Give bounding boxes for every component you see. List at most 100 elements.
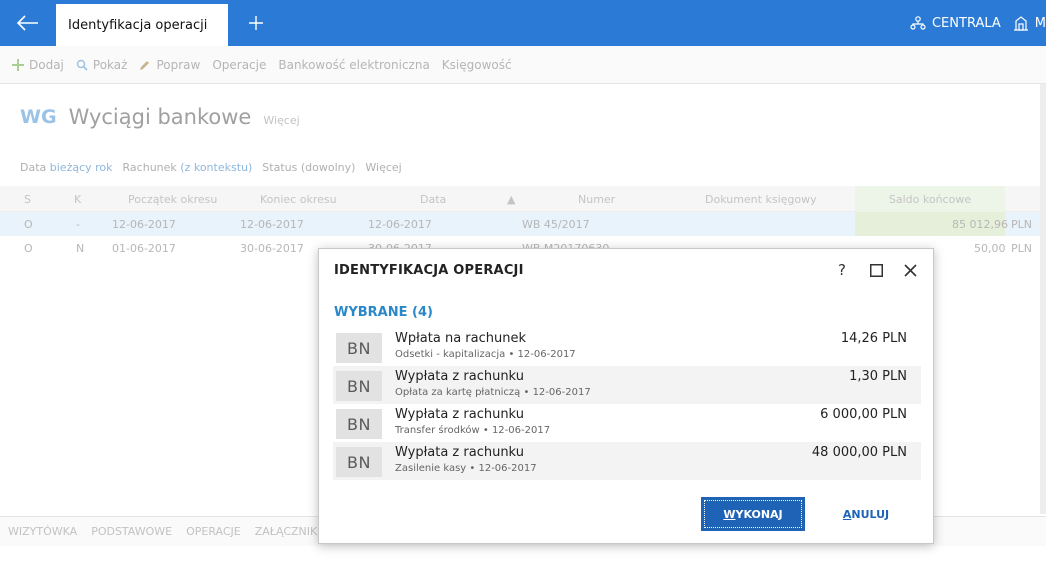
page-code: WG	[20, 106, 57, 128]
cell-number: WB 45/2017	[522, 218, 590, 231]
magnifier-icon	[76, 59, 88, 71]
add-button[interactable]: Dodaj	[12, 58, 64, 72]
selected-operations-list: BN Wpłata na rachunek Odsetki - kapitali…	[333, 328, 921, 480]
list-item[interactable]: BN Wypłata z rachunku Zasilenie kasy • 1…	[333, 442, 921, 480]
accounting-menu[interactable]: Księgowość	[442, 58, 512, 72]
tab-podstawowe[interactable]: PODSTAWOWE	[91, 525, 172, 538]
col-end[interactable]: Koniec okresu	[260, 193, 337, 206]
cell-currency: PLN	[1011, 242, 1032, 255]
bn-badge: BN	[336, 447, 382, 477]
show-button[interactable]: Pokaż	[76, 57, 128, 72]
col-k[interactable]: K	[74, 193, 81, 206]
cell-saldo: 85 012,96	[952, 218, 1008, 231]
show-button-label: Pokaż	[92, 57, 128, 72]
selected-section-title: WYBRANE (4)	[334, 305, 433, 320]
module-label: M	[1034, 15, 1046, 31]
filter-more[interactable]: Więcej	[365, 161, 401, 174]
maximize-icon	[869, 263, 883, 277]
cell-s: O	[24, 218, 33, 231]
item-amount: 1,30 PLN	[849, 369, 907, 384]
pencil-icon	[140, 60, 150, 70]
plus-icon	[249, 16, 263, 30]
org-chart-icon	[910, 16, 926, 30]
list-item[interactable]: BN Wypłata z rachunku Transfer środków •…	[333, 404, 921, 442]
bn-badge: BN	[336, 333, 382, 363]
tab-identyfikacja-operacji[interactable]: Identyfikacja operacji	[56, 4, 228, 46]
top-right-menu: CENTRALA M	[898, 0, 1046, 46]
company-selector[interactable]: CENTRALA	[910, 15, 1001, 31]
cancel-label-rest: NULUJ	[851, 507, 890, 521]
vertical-scrollbar[interactable]	[1040, 84, 1046, 514]
question-icon: ?	[838, 261, 846, 279]
dialog-controls: ?	[833, 259, 919, 281]
dialog-title: IDENTYFIKACJA OPERACJI	[334, 263, 524, 278]
execute-button[interactable]: W YKONAJ	[701, 497, 805, 531]
add-tab-button[interactable]	[240, 0, 272, 46]
page-more-link[interactable]: Więcej	[263, 114, 299, 127]
col-number[interactable]: Numer	[578, 193, 615, 206]
grid-header: S K Początek okresu Koniec okresu Data ▲…	[0, 186, 1046, 212]
operations-menu-label: Operacje	[212, 57, 267, 72]
cell-start: 12-06-2017	[112, 218, 176, 231]
identification-dialog: IDENTYFIKACJA OPERACJI ? WYBRANE (4) BN …	[318, 248, 934, 544]
close-icon	[903, 263, 917, 277]
cancel-mnemonic: A	[842, 507, 852, 521]
item-title: Wypłata z rachunku	[395, 445, 524, 460]
cell-k: N	[76, 242, 85, 255]
maximize-button[interactable]	[867, 259, 885, 281]
filter-date-label: Data	[20, 160, 47, 174]
page-header: WG Wyciągi bankowe Więcej	[0, 84, 1046, 150]
arrow-left-icon	[17, 15, 38, 31]
company-label: CENTRALA	[931, 15, 1001, 31]
cell-k: -	[76, 218, 80, 231]
cell-start: 01-06-2017	[112, 242, 176, 255]
item-title: Wpłata na rachunek	[395, 331, 527, 346]
close-button[interactable]	[901, 259, 919, 281]
operations-menu[interactable]: Operacje	[212, 58, 266, 72]
item-subtitle: Transfer środków • 12-06-2017	[395, 425, 551, 436]
back-button[interactable]	[0, 0, 56, 46]
top-bar: Identyfikacja operacji CENTRALA M	[0, 0, 1046, 46]
toolbar: Dodaj Pokaż Popraw Operacje Bankowość el…	[0, 46, 1046, 84]
filter-bar: Data bieżący rok Rachunek (z kontekstu) …	[0, 154, 1046, 180]
bn-badge: BN	[336, 409, 382, 439]
item-amount: 6 000,00 PLN	[820, 407, 907, 422]
filter-date[interactable]: Data bieżący rok	[20, 161, 113, 174]
item-amount: 48 000,00 PLN	[811, 445, 907, 460]
col-start[interactable]: Początek okresu	[128, 193, 217, 206]
bn-badge: BN	[336, 371, 382, 401]
filter-status[interactable]: Status (dowolny)	[262, 161, 355, 174]
edit-button[interactable]: Popraw	[139, 58, 200, 72]
col-saldo[interactable]: Saldo końcowe	[855, 186, 1005, 212]
filter-account[interactable]: Rachunek (z kontekstu)	[123, 161, 253, 174]
filter-status-label: Status	[262, 160, 298, 174]
tab-operacje[interactable]: OPERACJE	[186, 525, 241, 538]
cell-s: O	[24, 242, 33, 255]
help-button[interactable]: ?	[833, 259, 851, 281]
list-item[interactable]: BN Wypłata z rachunku Opłata za kartę pł…	[333, 366, 921, 404]
cell-currency: PLN	[1011, 218, 1032, 231]
table-row[interactable]: O - 12-06-2017 12-06-2017 12-06-2017 WB …	[0, 212, 1046, 236]
col-document[interactable]: Dokument księgowy	[705, 193, 817, 206]
e-banking-menu[interactable]: Bankowość elektroniczna	[278, 58, 429, 72]
sort-asc-icon: ▲	[507, 193, 516, 206]
module-selector[interactable]: M	[1013, 15, 1046, 31]
tab-label: Identyfikacja operacji	[68, 17, 208, 33]
item-subtitle: Zasilenie kasy • 12-06-2017	[395, 463, 537, 474]
e-banking-menu-label: Bankowość elektroniczna	[278, 57, 430, 72]
cancel-button[interactable]: A NULUJ	[821, 497, 911, 531]
building-icon	[1013, 16, 1028, 31]
col-s[interactable]: S	[24, 193, 31, 206]
add-button-label: Dodaj	[29, 57, 64, 72]
accounting-menu-label: Księgowość	[441, 57, 512, 72]
cell-saldo: 50,00	[974, 242, 1006, 255]
cell-date: 12-06-2017	[368, 218, 432, 231]
item-title: Wypłata z rachunku	[395, 369, 524, 384]
tab-wizytowka[interactable]: WIZYTÓWKA	[8, 525, 77, 538]
list-item[interactable]: BN Wpłata na rachunek Odsetki - kapitali…	[333, 328, 921, 366]
cell-end: 30-06-2017	[240, 242, 304, 255]
item-amount: 14,26 PLN	[840, 331, 907, 346]
edit-button-label: Popraw	[156, 57, 201, 72]
col-date[interactable]: Data	[420, 193, 446, 206]
tab-zalaczniki[interactable]: ZAŁĄCZNIKI	[255, 525, 321, 538]
